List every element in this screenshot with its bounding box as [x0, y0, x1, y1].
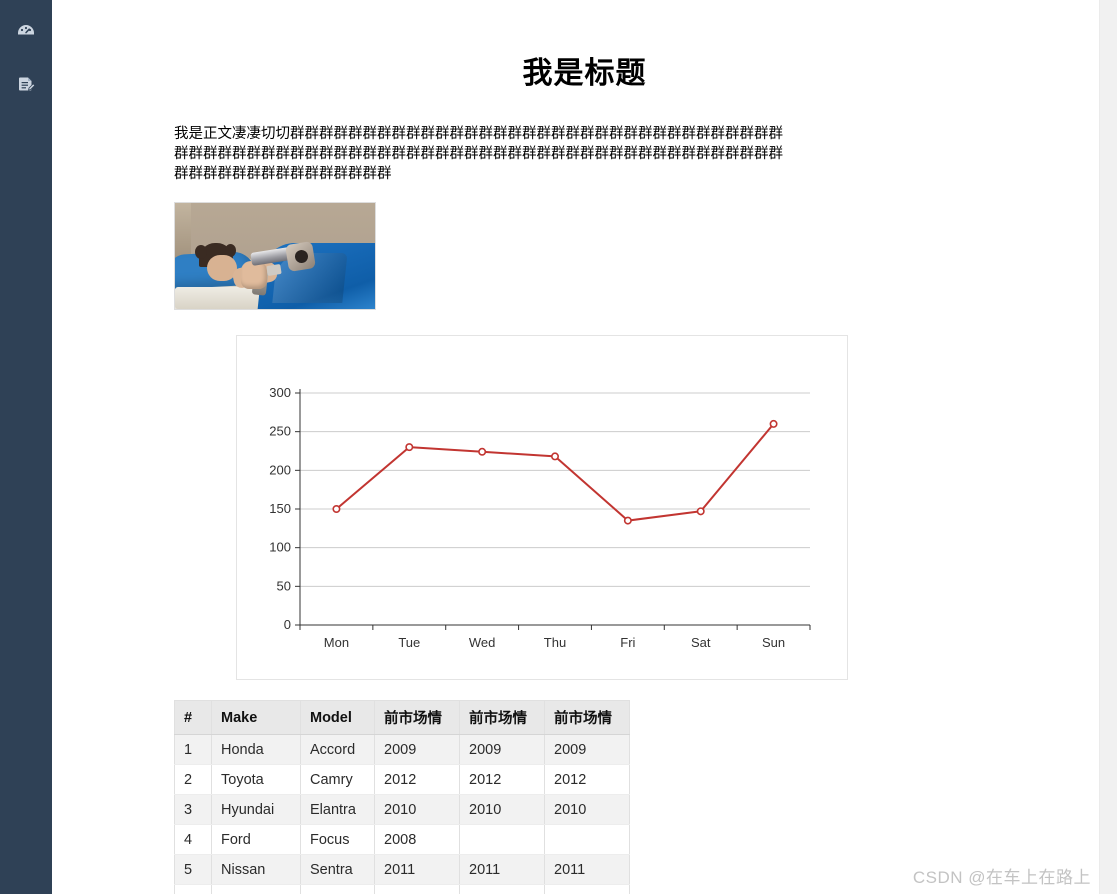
chart-y-ticks [295, 392, 300, 626]
cell-extra-3 [544, 824, 630, 855]
x-tick-label: Sat [691, 635, 711, 650]
line-chart[interactable]: 0 50 100 150 200 250 300 Mon Tue Wed Thu Fri Sat Sun [237, 336, 847, 679]
cell-index: 2 [174, 764, 212, 795]
data-point-marker[interactable] [769, 419, 778, 428]
cell-extra-1: 2009 [374, 884, 460, 894]
chart-y-tick-labels: 0 50 100 150 200 250 300 [269, 385, 291, 632]
chart-series-line [335, 423, 775, 522]
table-row: 4 Ford Focus 2008 [174, 824, 630, 855]
y-tick-label: 250 [269, 424, 291, 439]
file-edit-icon [16, 75, 36, 95]
cell-model: Accord [300, 734, 375, 765]
sidebar-item-document-edit[interactable] [0, 70, 52, 100]
table-row: 5 Nissan Sentra 2011 2011 2011 [174, 854, 630, 885]
x-tick-label: Tue [398, 635, 420, 650]
y-tick-label: 300 [269, 385, 291, 400]
cell-extra-2: 2009 [459, 734, 545, 765]
cell-make: Honda [211, 734, 301, 765]
table-header-row: # Make Model 前市场情 前市场情 前市场情 [174, 700, 630, 735]
data-point-marker[interactable] [550, 452, 559, 461]
cell-model: Sentra [300, 854, 375, 885]
chart-data-markers [332, 419, 778, 525]
watermark: CSDN @在车上在路上 [912, 868, 1091, 887]
cell-model: M3 [300, 884, 375, 894]
data-point-marker[interactable] [332, 505, 341, 514]
table-body: 1 Honda Accord 2009 2009 2009 2 Toyota Camry 2012… [174, 734, 630, 894]
x-tick-label: Sun [762, 635, 785, 650]
y-tick-label: 200 [269, 462, 291, 477]
app-root: 我是标题 我是正文凄凄切切群群群群群群群群群群群群群群群群群群群群群群群群群群群… [0, 0, 1117, 894]
cell-extra-3: 2011 [544, 854, 630, 885]
column-header-extra-2[interactable]: 前市场情 [459, 700, 545, 735]
y-tick-label: 100 [269, 540, 291, 555]
cell-extra-3: 2012 [544, 764, 630, 795]
column-header-extra-1[interactable]: 前市场情 [374, 700, 460, 735]
table-row: 6BMWM3200920092009 [174, 884, 630, 894]
data-point-marker[interactable] [478, 447, 487, 456]
column-header-make[interactable]: Make [211, 700, 301, 735]
chart-x-ticks [299, 625, 811, 630]
cell-model: Elantra [300, 794, 375, 825]
cell-extra-1: 2011 [374, 854, 460, 885]
cell-extra-3: 2009 [544, 734, 630, 765]
data-point-marker[interactable] [696, 507, 705, 516]
x-tick-label: Mon [324, 635, 349, 650]
table-row: 3 Hyundai Elantra 2010 2010 2010 [174, 794, 630, 825]
cell-model: Focus [300, 824, 375, 855]
cell-extra-2: 2012 [459, 764, 545, 795]
document-page: 我是标题 我是正文凄凄切切群群群群群群群群群群群群群群群群群群群群群群群群群群群… [52, 0, 1117, 894]
sidebar-item-dashboard[interactable] [0, 14, 52, 44]
sidebar [0, 0, 52, 894]
table-head: # Make Model 前市场情 前市场情 前市场情 [174, 700, 630, 735]
x-tick-label: Fri [620, 635, 635, 650]
cell-index: 4 [174, 824, 212, 855]
dashboard-gauge-icon [16, 19, 36, 39]
scrollbar-thumb[interactable] [1102, 0, 1115, 300]
main-content: 我是标题 我是正文凄凄切切群群群群群群群群群群群群群群群群群群群群群群群群群群群… [52, 0, 1117, 894]
cell-make: Hyundai [211, 794, 301, 825]
cars-table: # Make Model 前市场情 前市场情 前市场情 1 Honda Accord… [174, 700, 630, 894]
line-chart-card: 0 50 100 150 200 250 300 Mon Tue Wed Thu Fri Sat Sun [236, 335, 848, 680]
column-header-model[interactable]: Model [300, 700, 375, 735]
data-point-marker[interactable] [405, 443, 414, 452]
cell-extra-3: 2009 [544, 884, 630, 894]
chart-gridlines [300, 392, 810, 626]
body-paragraph: 我是正文凄凄切切群群群群群群群群群群群群群群群群群群群群群群群群群群群群群群群群… [174, 126, 783, 182]
column-header-index[interactable]: # [174, 700, 212, 735]
cell-extra-1: 2008 [374, 824, 460, 855]
y-tick-label: 50 [277, 578, 291, 593]
chart-x-tick-labels: Mon Tue Wed Thu Fri Sat Sun [324, 635, 785, 650]
cell-extra-2: 2009 [459, 884, 545, 894]
cell-index: 6 [174, 884, 212, 894]
cell-index: 1 [174, 734, 212, 765]
cell-index: 5 [174, 854, 212, 885]
cell-make: BMW [211, 884, 301, 894]
table-row: 1 Honda Accord 2009 2009 2009 [174, 734, 630, 765]
vertical-scrollbar[interactable] [1099, 0, 1117, 894]
cell-extra-2: 2010 [459, 794, 545, 825]
table-row: 2 Toyota Camry 2012 2012 2012 [174, 764, 630, 795]
page-title: 我是标题 [522, 57, 647, 90]
cell-index: 3 [174, 794, 212, 825]
cell-extra-3: 2010 [544, 794, 630, 825]
document-image [174, 202, 376, 310]
cell-make: Ford [211, 824, 301, 855]
cell-make: Nissan [211, 854, 301, 885]
column-header-extra-3[interactable]: 前市场情 [544, 700, 630, 735]
cell-extra-1: 2012 [374, 764, 460, 795]
y-tick-label: 150 [269, 501, 291, 516]
y-tick-label: 0 [284, 617, 291, 632]
data-point-marker[interactable] [623, 516, 632, 525]
cell-extra-1: 2009 [374, 734, 460, 765]
cell-extra-2: 2011 [459, 854, 545, 885]
cell-model: Camry [300, 764, 375, 795]
x-tick-label: Thu [544, 635, 566, 650]
cell-extra-2 [459, 824, 545, 855]
cell-extra-1: 2010 [374, 794, 460, 825]
cell-make: Toyota [211, 764, 301, 795]
x-tick-label: Wed [469, 635, 496, 650]
